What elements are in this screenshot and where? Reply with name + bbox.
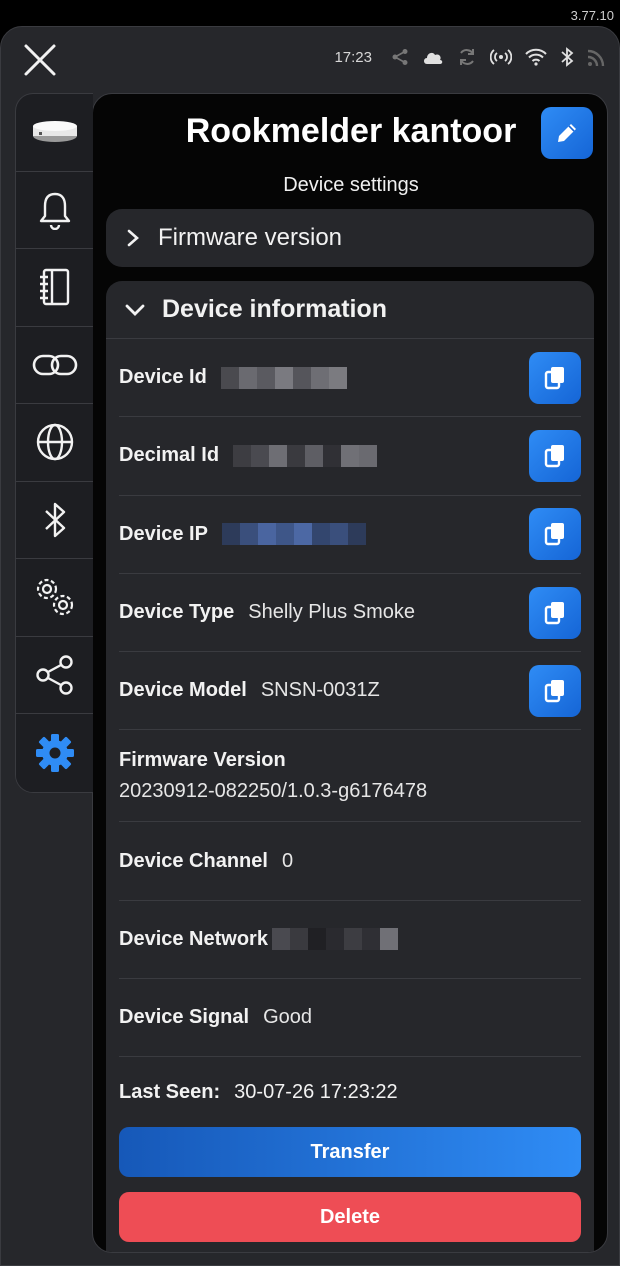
decimal-id-label: Decimal Id — [119, 444, 220, 467]
device-network-row: Device Network — [119, 901, 581, 980]
rss-icon — [587, 49, 605, 67]
bluetooth-status-icon — [561, 47, 574, 67]
device-signal-row: Device Signal Good — [119, 979, 581, 1058]
device-channel-value: 0 — [281, 849, 294, 872]
device-model-row: Device Model SNSN-0031Z — [119, 652, 581, 731]
app-version: 3.77.10 — [570, 8, 614, 23]
share-status-icon — [392, 49, 408, 65]
device-id-row: Device Id — [119, 339, 581, 418]
bluetooth-icon — [44, 502, 65, 537]
device-id-redacted — [220, 366, 347, 389]
sidebar — [15, 93, 93, 793]
copy-icon — [544, 679, 564, 703]
decimal-id-row: Decimal Id — [119, 417, 581, 496]
sidebar-item-network[interactable] — [16, 404, 93, 482]
last-seen-value: 30-07-26 17:23:22 — [234, 1080, 398, 1103]
firmware-version-row: Firmware Version 20230912-082250/1.0.3-g… — [119, 730, 581, 823]
status-time: 17:23 — [334, 48, 372, 66]
gears-icon — [36, 579, 73, 616]
copy-device-type-button[interactable] — [529, 586, 581, 639]
pencil-icon — [558, 124, 576, 142]
copy-icon — [544, 444, 564, 468]
copy-device-model-button[interactable] — [529, 664, 581, 717]
device-type-row: Device Type Shelly Plus Smoke — [119, 574, 581, 653]
wifi-icon — [525, 48, 547, 66]
sidebar-item-bluetooth[interactable] — [16, 482, 93, 559]
chevron-right-icon — [127, 229, 139, 247]
delete-button[interactable]: Delete — [119, 1192, 581, 1243]
device-type-label: Device Type — [119, 601, 235, 624]
sidebar-item-links[interactable] — [16, 327, 93, 404]
top-bar: 17:23 — [1, 27, 619, 93]
device-information-header[interactable]: Device information — [106, 281, 594, 339]
device-network-redacted — [271, 928, 398, 951]
copy-device-ip-button[interactable] — [529, 508, 581, 561]
device-channel-label: Device Channel — [119, 849, 268, 872]
sidebar-item-device[interactable] — [16, 94, 93, 172]
notebook-icon — [39, 269, 69, 306]
copy-device-id-button[interactable] — [529, 351, 581, 404]
device-icon — [32, 121, 77, 143]
device-signal-value: Good — [263, 1006, 312, 1029]
firmware-version-value: 20230912-082250/1.0.3-g6176478 — [119, 779, 428, 802]
device-panel: 17:23 Rookmelder kantoor Device settings… — [0, 26, 620, 1266]
chevron-down-icon — [125, 304, 145, 316]
settings-icon — [35, 733, 74, 772]
page-title: Rookmelder kantoor — [185, 112, 517, 150]
status-bar: 17:23 — [334, 47, 607, 67]
device-type-value: Shelly Plus Smoke — [248, 601, 415, 624]
link-icon — [32, 354, 77, 376]
cloud-icon — [424, 52, 443, 64]
decimal-id-redacted — [233, 444, 378, 467]
device-channel-row: Device Channel 0 — [119, 822, 581, 901]
sidebar-item-logbook[interactable] — [16, 249, 93, 327]
last-seen-row: Last Seen: 30-07-26 17:23:22 — [119, 1057, 581, 1127]
share-icon — [35, 655, 73, 695]
close-icon — [24, 44, 56, 76]
device-model-label: Device Model — [119, 679, 247, 702]
sidebar-item-alarms[interactable] — [16, 172, 93, 249]
copy-icon — [544, 523, 564, 546]
sidebar-item-settings[interactable] — [16, 714, 93, 792]
copy-icon — [544, 366, 564, 389]
device-ip-row: Device IP — [119, 496, 581, 574]
last-seen-label: Last Seen: — [119, 1080, 221, 1103]
globe-icon — [36, 424, 73, 461]
device-ip-redacted — [221, 523, 366, 546]
firmware-version-label: Firmware version — [158, 224, 343, 251]
close-button[interactable] — [23, 43, 57, 77]
device-ip-label: Device IP — [119, 522, 208, 545]
device-signal-label: Device Signal — [119, 1006, 250, 1029]
copy-decimal-id-button[interactable] — [529, 429, 581, 482]
device-network-label: Device Network — [119, 927, 268, 950]
page-subtitle: Device settings — [283, 174, 419, 196]
device-id-label: Device Id — [119, 366, 207, 389]
sidebar-item-advanced[interactable] — [16, 559, 93, 637]
copy-icon — [544, 601, 564, 624]
sync-icon — [460, 49, 474, 65]
sidebar-item-share[interactable] — [16, 637, 93, 714]
signal-broadcast-icon — [490, 49, 512, 65]
edit-name-button[interactable] — [541, 107, 593, 159]
device-model-value: SNSN-0031Z — [260, 679, 380, 702]
device-information-title: Device information — [162, 295, 388, 323]
firmware-version-info-label: Firmware Version — [119, 748, 286, 771]
device-information-card: Device information Device Id Decimal Id — [106, 281, 594, 1252]
bell-icon — [39, 192, 70, 230]
settings-content: Rookmelder kantoor Device settings Firmw… — [92, 93, 608, 1253]
transfer-button[interactable]: Transfer — [119, 1127, 581, 1178]
firmware-version-accordion[interactable]: Firmware version — [106, 209, 594, 267]
